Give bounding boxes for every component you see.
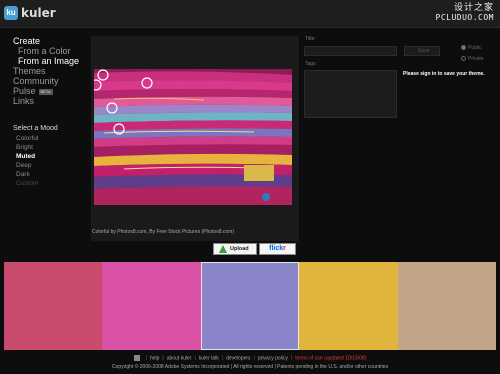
watermark-top: 设计之家: [453, 3, 494, 13]
share-icon[interactable]: [133, 355, 140, 361]
source-photo[interactable]: [94, 69, 292, 205]
mood-dark[interactable]: Dark: [16, 170, 38, 179]
nav-pulse-label: Pulse: [13, 86, 36, 96]
footer-links: | help | about kuler | kuler talk | developers |…: [0, 355, 500, 361]
mood-list: Colorful Bright Muted Deep Dark Custom: [16, 134, 38, 188]
kuler-logo-icon[interactable]: ku: [4, 6, 18, 20]
mood-title: Select a Mood: [13, 125, 58, 132]
footer-about-link[interactable]: about kuler: [167, 355, 192, 361]
flickr-label-main: flick: [269, 245, 284, 252]
footer-help-link[interactable]: help: [150, 355, 159, 361]
sign-in-message: Please sign in to save your theme.: [403, 71, 485, 77]
separator: |: [253, 355, 255, 362]
separator: |: [162, 355, 164, 362]
copyright: Copyright © 2006-2008 Adobe Systems Inco…: [111, 364, 389, 370]
nav-from-an-image[interactable]: From an Image: [13, 56, 79, 66]
app-title[interactable]: kuler: [21, 6, 56, 20]
mood-deep[interactable]: Deep: [16, 161, 38, 170]
flickr-button[interactable]: flickr: [259, 243, 296, 255]
nav-community[interactable]: Community: [13, 76, 79, 86]
fabric-photo-art: [94, 69, 292, 205]
nav-themes[interactable]: Themes: [13, 66, 79, 76]
nav-links[interactable]: Links: [13, 96, 79, 106]
top-bar: ku kuler 设计之家 PCLUDUO.COM: [0, 0, 500, 28]
private-radio-icon[interactable]: [461, 56, 466, 62]
private-option[interactable]: Private: [461, 56, 484, 62]
public-radio-icon[interactable]: [461, 45, 466, 51]
theme-swatches: [4, 262, 497, 350]
swatch-1[interactable]: [4, 262, 103, 350]
tags-label: Tags:: [305, 61, 317, 67]
public-label: Public: [468, 45, 482, 51]
swatch-5[interactable]: [397, 262, 497, 350]
swatch-2[interactable]: [102, 262, 201, 350]
title-input[interactable]: [304, 46, 397, 56]
title-label: Title:: [305, 36, 316, 42]
public-option[interactable]: Public: [461, 45, 482, 51]
mood-colorful[interactable]: Colorful: [16, 134, 38, 143]
footer-terms-link[interactable]: terms of use (updated 10/15/08): [295, 355, 366, 361]
mood-custom: Custom: [16, 180, 39, 187]
separator: |: [290, 355, 293, 362]
flickr-label-r: r: [283, 245, 286, 252]
swatch-3[interactable]: [200, 262, 300, 350]
footer-developers-link[interactable]: developers: [226, 355, 250, 361]
watermark: 设计之家 PCLUDUO.COM: [436, 3, 494, 23]
separator: |: [194, 355, 196, 362]
upload-label: Upload: [230, 246, 249, 252]
photo-caption[interactable]: Colorful by Photos8.com, By Free Stock P…: [92, 229, 234, 235]
upload-button[interactable]: Upload: [213, 243, 257, 255]
footer-talk-link[interactable]: kuler talk: [199, 355, 219, 361]
save-button[interactable]: Save: [404, 46, 440, 56]
mood-muted[interactable]: Muted: [16, 152, 38, 161]
mood-bright[interactable]: Bright: [16, 143, 38, 152]
swatch-4[interactable]: [299, 262, 398, 350]
main-nav: Create From a Color From an Image Themes…: [13, 36, 79, 106]
private-label: Private: [468, 56, 484, 62]
tags-input[interactable]: [304, 70, 397, 118]
watermark-bottom: PCLUDUO.COM: [435, 13, 494, 22]
nav-from-a-color[interactable]: From a Color: [13, 46, 79, 56]
nav-create[interactable]: Create: [13, 36, 79, 46]
beta-badge: BETA: [38, 88, 53, 95]
separator: |: [221, 355, 224, 362]
footer-privacy-link[interactable]: privacy policy: [258, 355, 288, 361]
nav-pulse[interactable]: Pulse BETA: [13, 86, 79, 96]
upload-arrow-icon: [219, 245, 227, 253]
separator: |: [145, 355, 147, 362]
